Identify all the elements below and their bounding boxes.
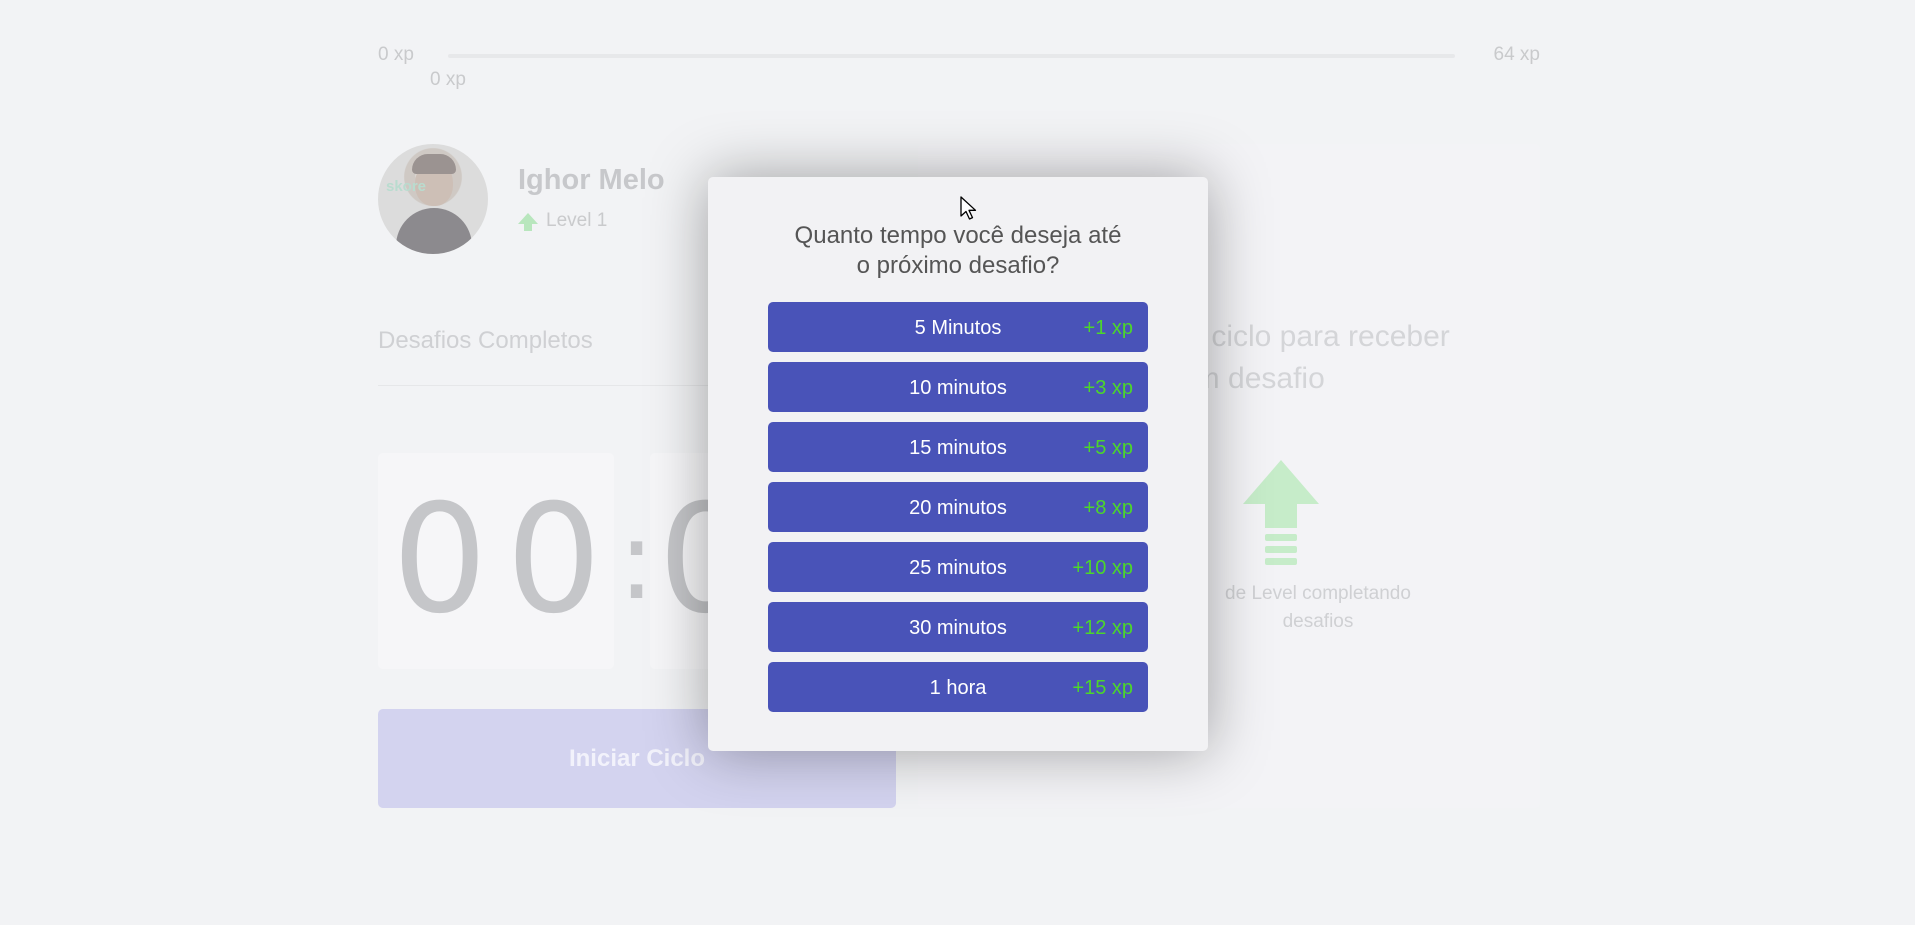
mouse-pointer-icon [960, 196, 977, 220]
modal-title-line-1: Quanto tempo você deseja até [794, 222, 1122, 249]
minute-digit-ones: 0 [506, 473, 602, 647]
profile-name: Ighor Melo [518, 164, 665, 196]
time-select-modal: Quanto tempo você deseja até o próximo d… [708, 177, 1208, 751]
time-option-30min[interactable]: 30 minutos +12 xp [768, 602, 1148, 652]
level-up-icon [518, 213, 538, 231]
avatar: skore [378, 144, 488, 254]
time-option-xp: +1 xp [1083, 317, 1133, 339]
xp-bar: 0 xp 64 xp 0 xp [378, 44, 1540, 90]
challenge-heading-line-1: m ciclo para receber [1178, 320, 1450, 353]
modal-title: Quanto tempo você deseja até o próximo d… [748, 221, 1168, 281]
time-option-xp: +5 xp [1083, 437, 1133, 459]
minutes-box: 0 0 [378, 453, 614, 669]
time-options-list: 5 Minutos +1 xp 10 minutos +3 xp 15 minu… [768, 302, 1148, 722]
time-option-1hour[interactable]: 1 hora +15 xp [768, 662, 1148, 712]
time-option-5min[interactable]: 5 Minutos +1 xp [768, 302, 1148, 352]
xp-max-label: 64 xp [1493, 44, 1540, 65]
level-up-icon [1241, 460, 1321, 570]
xp-min-label: 0 xp [378, 44, 414, 65]
modal-title-line-2: o próximo desafio? [856, 252, 1060, 279]
minute-digit-tens: 0 [392, 473, 488, 647]
profile-level-label: Level 1 [546, 210, 608, 231]
time-option-xp: +15 xp [1072, 677, 1133, 699]
time-option-xp: +8 xp [1083, 497, 1133, 519]
xp-current-label: 0 xp [430, 69, 466, 90]
xp-progress-track [448, 54, 1455, 58]
time-option-20min[interactable]: 20 minutos +8 xp [768, 482, 1148, 532]
time-option-xp: +10 xp [1072, 557, 1133, 579]
time-option-25min[interactable]: 25 minutos +10 xp [768, 542, 1148, 592]
time-option-xp: +12 xp [1072, 617, 1133, 639]
challenge-card-heading: m ciclo para receber um desafio [1178, 316, 1508, 400]
time-option-10min[interactable]: 10 minutos +3 xp [768, 362, 1148, 412]
profile-level: Level 1 [518, 210, 607, 232]
challenge-heading-line-2: um desafio [1178, 362, 1325, 395]
time-option-xp: +3 xp [1083, 377, 1133, 399]
avatar-logo-text: skore [386, 178, 427, 195]
time-option-15min[interactable]: 15 minutos +5 xp [768, 422, 1148, 472]
